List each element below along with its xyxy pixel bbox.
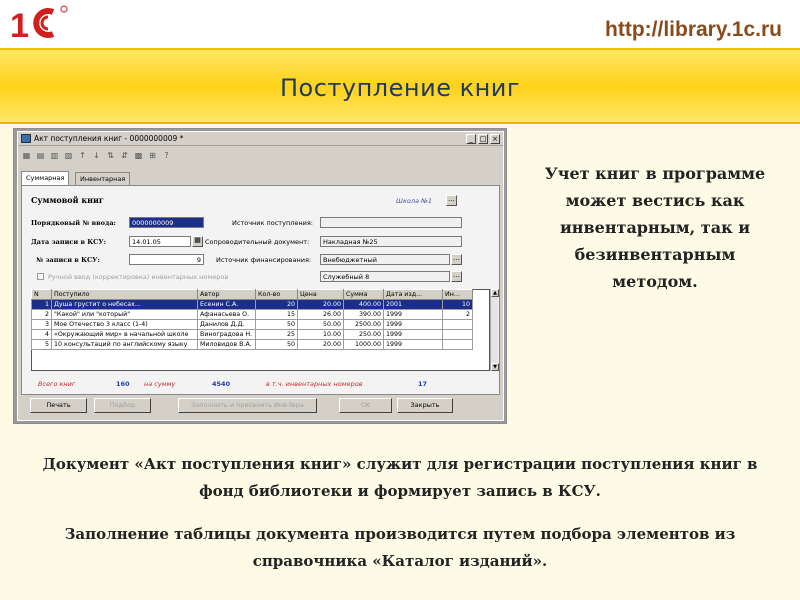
doc-field[interactable]: Накладная №25 xyxy=(320,236,462,247)
title-band: Поступление книг xyxy=(0,48,800,124)
table-row[interactable]: 4 «Окружающий мир» в начальной школе Виног… xyxy=(31,329,473,340)
col-title[interactable]: Поступило xyxy=(51,289,198,300)
serial-label: Порядковый № ввода: xyxy=(31,219,116,227)
table-row[interactable]: 2 "Какой" или "который" Афанасьева О. 15 26.… xyxy=(31,309,473,320)
total-sum-label: на сумму xyxy=(144,380,176,388)
fill-inv-button[interactable]: Заполнить и присвоить Инв.№ра xyxy=(178,398,317,413)
calendar-button[interactable]: ▦ xyxy=(192,236,203,247)
help-icon[interactable]: ? xyxy=(162,151,171,160)
total-books-value: 160 xyxy=(116,380,130,388)
scroll-up-icon[interactable]: ▲ xyxy=(491,289,499,297)
move-up-icon[interactable]: ↑ xyxy=(78,151,87,160)
close-window-button[interactable]: × xyxy=(490,134,500,144)
finance-select-button[interactable]: … xyxy=(451,254,462,265)
finance-field[interactable]: Внебюджетный xyxy=(320,254,450,265)
col-price[interactable]: Цена xyxy=(297,289,344,300)
find-icon[interactable]: ▩ xyxy=(134,151,143,160)
manual-input-label: Ручной ввод (корректировка) инвентарных … xyxy=(48,273,229,281)
tab-summary[interactable]: Суммарная xyxy=(21,171,70,186)
col-sum[interactable]: Сумма xyxy=(343,289,384,300)
total-sum-value: 4540 xyxy=(212,380,231,388)
total-inv-label: в т.ч. инвентарных номеров xyxy=(266,380,363,388)
window-title: Акт поступления книг - 0000000009 * xyxy=(34,134,184,143)
school-link[interactable]: Школа №1 xyxy=(396,197,432,205)
edit-icon[interactable]: ▥ xyxy=(50,151,59,160)
caption-filling: Заполнение таблицы документа производитс… xyxy=(64,525,736,570)
finance-label: Источник финансирования: xyxy=(216,256,312,264)
scroll-down-icon[interactable]: ▼ xyxy=(491,363,499,371)
school-select-button[interactable]: … xyxy=(446,195,457,206)
window-titlebar: Акт поступления книг - 0000000009 * _ □ … xyxy=(18,132,503,146)
total-inv-value: 17 xyxy=(418,380,428,388)
date-label: Дата записи в КСУ: xyxy=(31,238,107,246)
site-url[interactable]: http://library.1c.ru xyxy=(605,18,782,42)
copy-icon[interactable]: ▤ xyxy=(36,151,45,160)
filter-icon[interactable]: ⊞ xyxy=(148,151,157,160)
table-scrollbar[interactable]: ▲ ▼ xyxy=(490,289,499,371)
finance2-field[interactable]: Служебный 8 xyxy=(320,271,450,282)
col-qty[interactable]: Кол-во xyxy=(255,289,298,300)
page-title: Поступление книг xyxy=(280,74,520,102)
date-field[interactable]: 14.01.05 xyxy=(129,236,191,247)
tab-inventory[interactable]: Инвентарная xyxy=(75,172,131,186)
source-field[interactable] xyxy=(320,217,462,228)
source-label: Источник поступления: xyxy=(232,219,313,227)
print-button[interactable]: Печать xyxy=(30,398,87,413)
table-row[interactable]: 5 10 консультаций по английскому языку Мил… xyxy=(31,339,473,350)
top-bar: 1 http://library.1c.ru xyxy=(0,0,800,48)
manual-input-checkbox[interactable] xyxy=(37,273,44,280)
table-row[interactable]: 1 Душа грустит о небесах... Есенин С.А. 20 2… xyxy=(31,299,473,310)
items-table: N Поступило Автор Кол-во Цена Сумма Дата… xyxy=(31,289,473,350)
svg-text:1: 1 xyxy=(10,7,29,42)
document-window: Акт поступления книг - 0000000009 * _ □ … xyxy=(17,131,504,421)
side-description: Учет книг в программе может вестись как … xyxy=(544,164,766,291)
toolbar: ▦ ▤ ▥ ▧ ↑ ↓ ⇅ ⇵ ▩ ⊞ ? xyxy=(20,149,500,163)
sort-desc-icon[interactable]: ⇵ xyxy=(120,151,129,160)
new-icon[interactable]: ▦ xyxy=(22,151,31,160)
doc-label: Сопроводительный документ: xyxy=(205,238,310,246)
ok-button[interactable]: OK xyxy=(339,398,392,413)
maximize-button[interactable]: □ xyxy=(478,134,488,144)
caption-purpose: Документ «Акт поступления книг» служит д… xyxy=(42,455,758,500)
delete-icon[interactable]: ▧ xyxy=(64,151,73,160)
table-row[interactable]: 3 Мое Отечество 3 класс (1-4) Данилов Д.Д.… xyxy=(31,319,473,330)
ksu-field[interactable]: 9 xyxy=(129,254,204,265)
sort-asc-icon[interactable]: ⇅ xyxy=(106,151,115,160)
serial-field[interactable]: 0000000009 xyxy=(129,217,204,228)
finance2-select-button[interactable]: … xyxy=(451,271,462,282)
total-books-label: Всего книг xyxy=(38,380,76,388)
move-down-icon[interactable]: ↓ xyxy=(92,151,101,160)
col-date[interactable]: Дата изд... xyxy=(383,289,443,300)
minimize-button[interactable]: _ xyxy=(466,134,476,144)
1c-logo: 1 xyxy=(10,5,68,42)
close-button[interactable]: Закрыть xyxy=(397,398,453,413)
col-inv[interactable]: Ин... xyxy=(442,289,473,300)
ksu-label: № записи в КСУ: xyxy=(36,256,100,264)
col-author[interactable]: Автор xyxy=(197,289,256,300)
document-icon xyxy=(21,134,31,143)
pick-button[interactable]: Подбор xyxy=(94,398,151,413)
form-title: Суммовой книг xyxy=(31,195,104,205)
col-n[interactable]: N xyxy=(31,289,52,300)
